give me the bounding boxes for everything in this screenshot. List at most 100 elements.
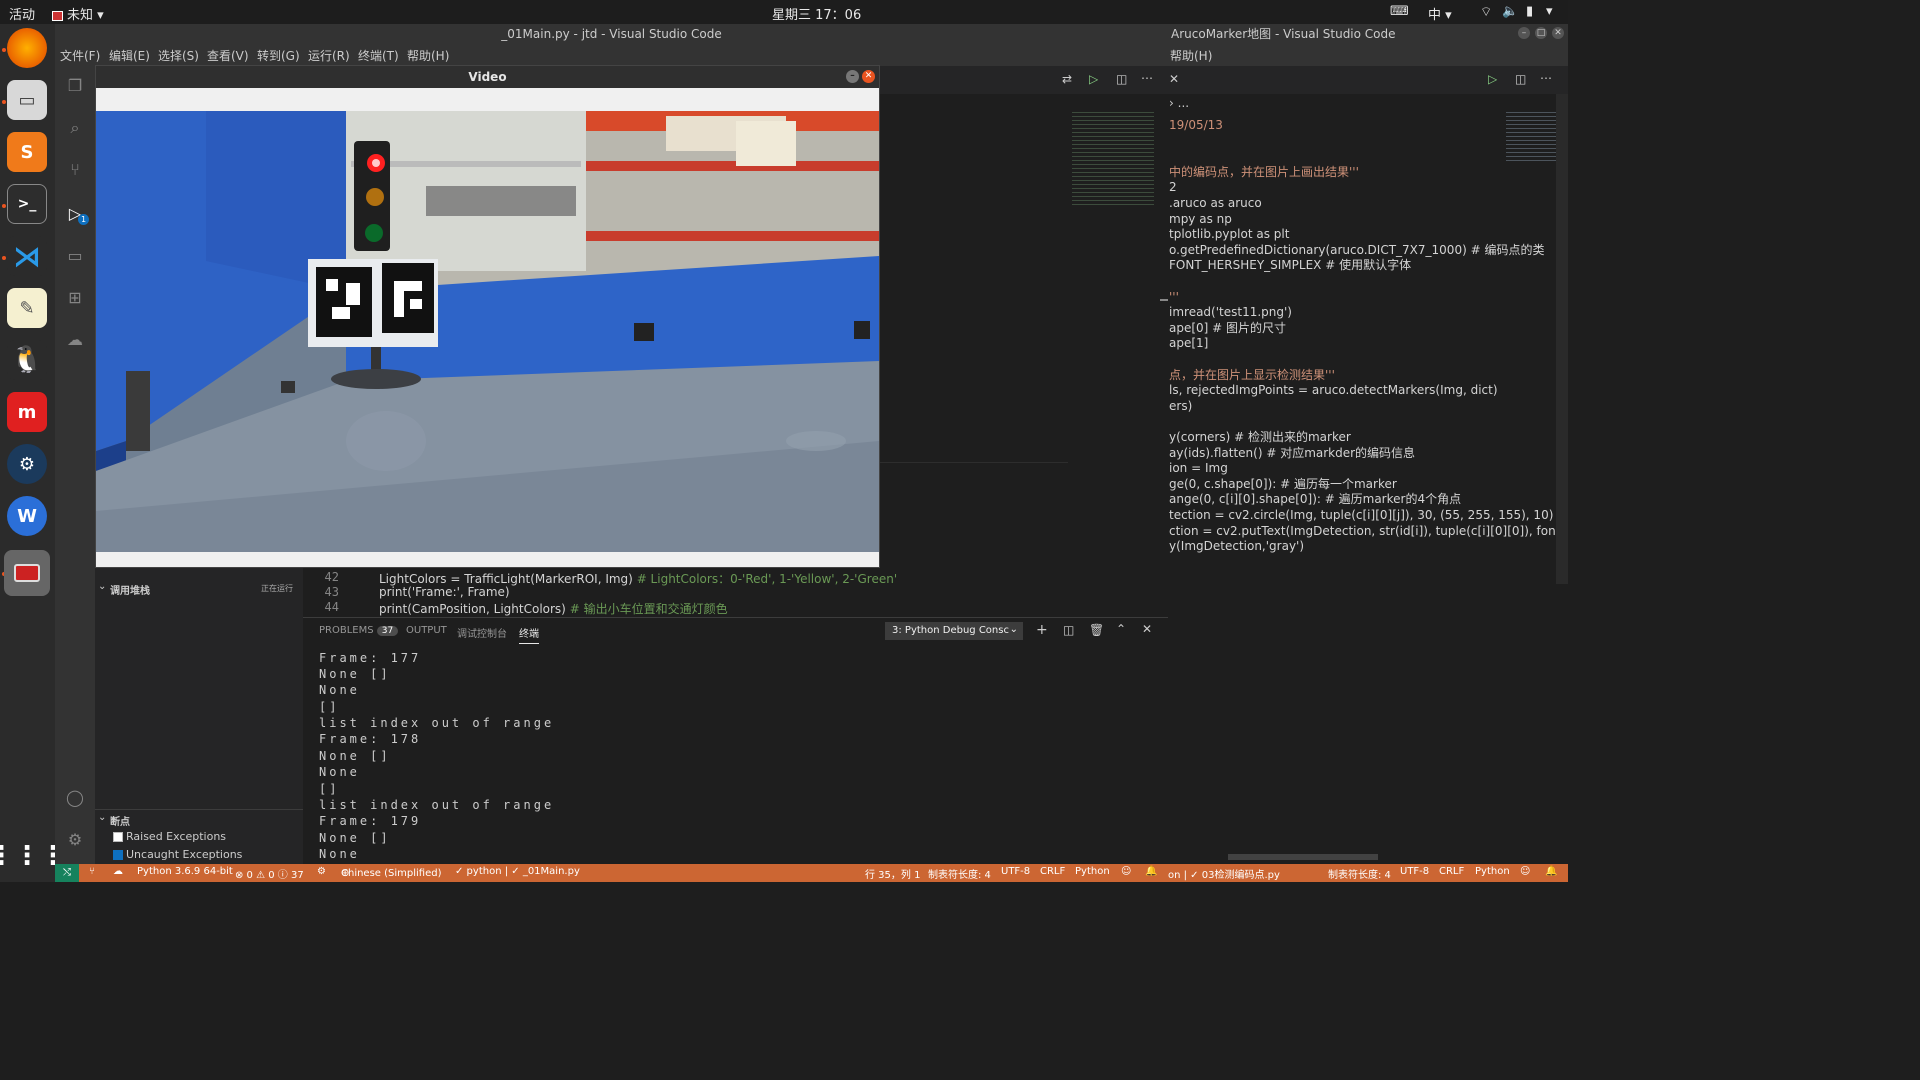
code-line[interactable]: ls, rejectedImgPoints = aruco.detectMark… — [1169, 383, 1498, 398]
right-language-mode[interactable]: Python — [1475, 866, 1510, 877]
minimap[interactable] — [1072, 112, 1154, 206]
new-terminal-icon[interactable]: + — [1036, 622, 1048, 638]
app-menu[interactable]: 未知 ▾ — [52, 4, 104, 23]
breakpoint-raised-exceptions[interactable]: Raised Exceptions — [113, 830, 226, 843]
menu-help[interactable]: 帮助(H) — [1170, 47, 1212, 64]
minimize-window-icon[interactable]: – — [846, 70, 859, 83]
code-line[interactable]: ape[1] — [1169, 336, 1208, 351]
right-task-status[interactable]: on | ✓ 03检测编码点.py — [1168, 866, 1280, 881]
wps-icon[interactable]: W — [7, 496, 47, 536]
run-file-icon[interactable]: ▷ — [1488, 72, 1497, 86]
terminal-icon[interactable]: >_ — [7, 184, 47, 224]
firefox-icon[interactable] — [7, 28, 47, 68]
extensions-icon[interactable]: ⊞ — [65, 288, 85, 308]
editor-area[interactable] — [880, 94, 1168, 567]
feedback-icon[interactable]: ☺ — [1520, 866, 1530, 877]
code-line[interactable]: ion = Img — [1169, 461, 1228, 476]
language-mode[interactable]: Python — [1075, 866, 1110, 877]
problems-status[interactable]: ⊗ 0 ⚠ 0 ⓘ 37 — [235, 866, 304, 881]
close-panel-icon[interactable]: ✕ — [1142, 622, 1152, 636]
code-line[interactable]: 42 LightColors = TrafficLight(MarkerROI,… — [303, 570, 1160, 586]
notifications-icon[interactable]: 🔔 — [1145, 866, 1157, 877]
debug-status-icon[interactable]: ⚙ — [317, 866, 326, 877]
split-editor-icon[interactable]: ◫ — [1515, 72, 1526, 86]
minimap[interactable] — [1506, 112, 1556, 162]
tab-output[interactable]: OUTPUT — [406, 625, 447, 636]
code-line[interactable]: ange(0, c[i][0].shape[0]): # 遍历marker的4个… — [1169, 492, 1461, 507]
menu-view[interactable]: 查看(V) — [207, 47, 249, 64]
more-actions-icon[interactable]: ⋯ — [1141, 71, 1153, 85]
music-app-icon[interactable]: m — [7, 392, 47, 432]
vertical-scrollbar[interactable] — [1556, 94, 1568, 584]
code-line[interactable]: 2 — [1169, 180, 1177, 195]
code-line[interactable]: tection = cv2.circle(Img, tuple(c[i][0][… — [1169, 508, 1567, 523]
qq-icon[interactable]: 🐧 — [7, 340, 47, 380]
sublime-text-icon[interactable]: S — [7, 132, 47, 172]
account-icon[interactable]: ◯ — [65, 788, 85, 808]
run-debug-icon[interactable]: ▷ 1 — [65, 204, 89, 225]
python-interpreter[interactable]: Python 3.6.9 64-bit — [137, 866, 233, 877]
code-line[interactable]: 44 print(CamPosition, LightColors) # 输出小… — [303, 600, 1160, 616]
battery-icon[interactable]: ▮ — [1526, 4, 1533, 19]
notifications-icon[interactable]: 🔔 — [1545, 866, 1557, 877]
tab-debug-console[interactable]: 调试控制台 — [457, 625, 507, 640]
breakpoint-uncaught-exceptions[interactable]: Uncaught Exceptions — [113, 848, 242, 861]
raised-exceptions-checkbox[interactable] — [113, 832, 123, 842]
code-line[interactable]: y(ImgDetection,'gray') — [1169, 539, 1304, 554]
task-status[interactable]: ✓ python | ✓ _01Main.py — [455, 866, 580, 877]
source-control-icon[interactable]: ⑂ — [65, 160, 85, 180]
end-of-line[interactable]: CRLF — [1040, 866, 1065, 877]
maximize-window-icon[interactable]: □ — [1535, 27, 1547, 39]
breakpoints-header[interactable]: ⌄ 断点 — [95, 812, 303, 828]
close-window-icon[interactable]: ✕ — [862, 70, 875, 83]
file-manager-icon[interactable]: ▭ — [7, 80, 47, 120]
show-applications-icon[interactable]: ⋮⋮⋮ — [0, 836, 66, 876]
close-editor-icon[interactable]: ✕ — [1169, 72, 1179, 86]
code-line[interactable]: 点，并在图片上显示检测结果''' — [1169, 368, 1335, 383]
wifi-icon[interactable]: ⌔ — [1480, 4, 1492, 20]
code-line[interactable]: y(corners) # 检测出来的marker — [1169, 430, 1351, 445]
code-line[interactable]: ''' — [1169, 290, 1179, 305]
feedback-icon[interactable]: ☺ — [1121, 866, 1131, 877]
maximize-panel-icon[interactable]: ⌃ — [1116, 622, 1126, 636]
menu-goto[interactable]: 转到(G) — [257, 47, 300, 64]
code-line[interactable]: mpy as np — [1169, 212, 1232, 227]
split-editor-icon[interactable]: ◫ — [1116, 72, 1127, 86]
code-editor-lines[interactable]: 42 LightColors = TrafficLight(MarkerROI,… — [303, 567, 1160, 617]
right-end-of-line[interactable]: CRLF — [1439, 866, 1464, 877]
right-encoding[interactable]: UTF-8 — [1400, 866, 1429, 877]
code-line[interactable]: o.getPredefinedDictionary(aruco.DICT_7X7… — [1169, 243, 1544, 258]
run-file-icon[interactable]: ▷ — [1089, 72, 1098, 86]
code-line[interactable]: FONT_HERSHEY_SIMPLEX # 使用默认字体 — [1169, 258, 1411, 273]
menu-edit[interactable]: 编辑(E) — [109, 47, 150, 64]
menu-help[interactable]: 帮助(H) — [407, 47, 449, 64]
menu-terminal[interactable]: 终端(T) — [358, 47, 399, 64]
git-branch-icon[interactable]: ⑂ — [89, 866, 95, 877]
activities-button[interactable]: 活动 — [9, 4, 35, 23]
code-line[interactable]: ge(0, c.shape[0]): # 遍历每一个marker — [1169, 477, 1397, 492]
video-window[interactable]: Video – ✕ — [95, 65, 880, 568]
code-line[interactable]: 43 print('Frame:', Frame) — [303, 585, 1160, 600]
split-terminal-icon[interactable]: ◫ — [1063, 623, 1074, 637]
terminal-output[interactable]: Frame: 177 None [] None [] list index ou… — [303, 645, 1168, 864]
code-line[interactable]: ay(ids).flatten() # 对应markder的编码信息 — [1169, 446, 1415, 461]
menu-run[interactable]: 运行(R) — [308, 47, 350, 64]
code-line[interactable]: .aruco as aruco — [1169, 196, 1262, 211]
clock[interactable]: 星期三 17：06 — [772, 4, 861, 23]
uncaught-exceptions-checkbox[interactable] — [113, 850, 123, 860]
code-line[interactable]: ction = cv2.putText(ImgDetection, str(id… — [1169, 524, 1556, 539]
vscode-icon[interactable]: ⋊ — [7, 236, 47, 276]
code-line[interactable]: ape[0] # 图片的尺寸 — [1169, 321, 1286, 336]
encoding[interactable]: UTF-8 — [1001, 866, 1030, 877]
code-line[interactable]: ers) — [1169, 399, 1192, 414]
menu-file[interactable]: 文件(F) — [60, 47, 100, 64]
menu-selection[interactable]: 选择(S) — [158, 47, 199, 64]
close-window-icon[interactable]: ✕ — [1552, 27, 1564, 39]
more-actions-icon[interactable]: ⋯ — [1540, 71, 1552, 85]
search-icon[interactable]: ⌕ — [65, 118, 85, 138]
minimize-window-icon[interactable]: – — [1518, 27, 1530, 39]
terminal-select-dropdown[interactable]: 3: Python Debug Consc ⌄ — [885, 622, 1023, 640]
remote-explorer-icon[interactable]: ▭ — [65, 246, 85, 266]
docker-icon[interactable]: ☁ — [65, 330, 85, 350]
cursor-position[interactable]: 行 35，列 1 — [865, 866, 920, 881]
